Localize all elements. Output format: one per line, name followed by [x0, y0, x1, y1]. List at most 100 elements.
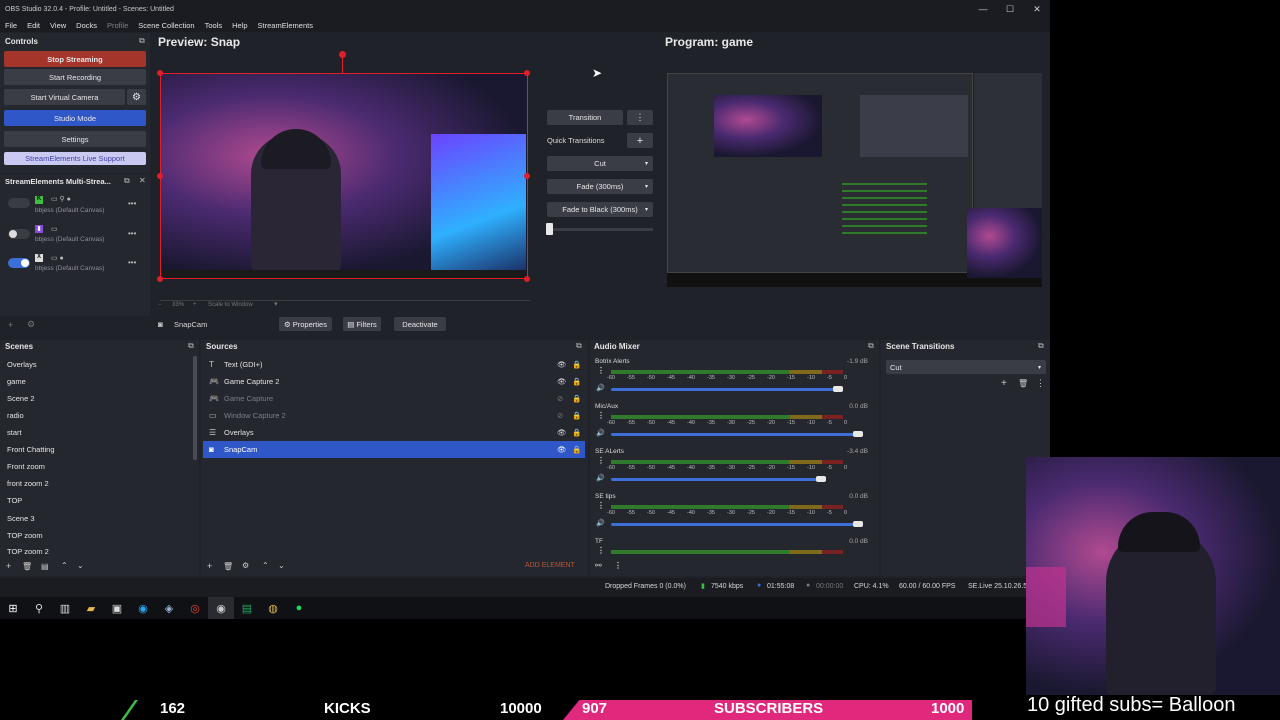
add-icon[interactable]: + — [627, 133, 653, 148]
eye-icon[interactable]: 👁 — [557, 360, 567, 369]
terminal-icon[interactable]: ▤ — [234, 597, 260, 619]
resize-handle[interactable] — [157, 276, 163, 282]
scene-item[interactable]: TOP — [0, 492, 196, 509]
add-icon[interactable]: + — [8, 320, 13, 330]
eye-icon[interactable]: 👁 — [557, 428, 567, 437]
scene-item[interactable]: radio — [0, 407, 196, 424]
undock-icon[interactable]: ⧉ — [139, 36, 145, 46]
start-virtual-camera-button[interactable]: Start Virtual Camera — [4, 89, 125, 105]
source-item[interactable]: ▭ Window Capture 2 ⊘ 🔒 — [203, 407, 585, 424]
kebab-menu-icon[interactable]: ⋮ — [597, 367, 605, 375]
scene-item[interactable]: Front zoom — [0, 458, 196, 475]
trash-icon[interactable]: 🗑 — [22, 562, 32, 571]
obs-icon[interactable]: ◉ — [208, 597, 234, 619]
filters-button[interactable]: ▤ Filters — [343, 317, 381, 331]
more-icon[interactable]: ••• — [128, 258, 136, 267]
toggle-switch[interactable] — [8, 229, 30, 239]
studio-mode-button[interactable]: Studio Mode — [4, 110, 146, 126]
add-icon[interactable]: + — [6, 561, 11, 571]
chevron-down-icon[interactable]: ⌄ — [278, 561, 285, 570]
windows-start-icon[interactable]: ⊞ — [0, 597, 26, 619]
lock-icon[interactable]: 🔒 — [572, 411, 581, 420]
source-item[interactable]: 🎮 Game Capture ⊘ 🔒 — [203, 390, 585, 407]
source-item[interactable]: ☰ Overlays 👁 🔒 — [203, 424, 585, 441]
menu-edit[interactable]: Edit — [27, 21, 40, 30]
t-bar-track[interactable] — [547, 228, 653, 231]
scene-item[interactable]: start — [0, 424, 196, 441]
preview-scrollbar[interactable] — [160, 300, 530, 301]
folder-icon[interactable]: ▰ — [78, 597, 104, 619]
chevron-down-icon[interactable]: ⌄ — [77, 561, 84, 570]
toggle-switch[interactable] — [8, 258, 30, 268]
volume-slider-handle[interactable] — [853, 431, 863, 437]
eye-icon[interactable]: 👁 — [557, 445, 567, 454]
scene-item[interactable]: Overlays — [0, 356, 196, 373]
menu-file[interactable]: File — [5, 21, 17, 30]
gear-icon[interactable]: ⚙ — [242, 561, 249, 570]
eye-off-icon[interactable]: ⊘ — [557, 394, 563, 403]
source-item[interactable]: 🎮 Game Capture 2 👁 🔒 — [203, 373, 585, 390]
scenes-scrollbar[interactable] — [193, 356, 197, 460]
add-icon[interactable]: + — [1001, 378, 1007, 389]
volume-slider-handle[interactable] — [853, 521, 863, 527]
resize-handle[interactable] — [157, 70, 163, 76]
scene-item[interactable]: game — [0, 373, 196, 390]
kebab-menu-icon[interactable]: ⋮ — [614, 561, 622, 570]
menu-tools[interactable]: Tools — [205, 21, 223, 30]
chrome-icon[interactable]: ◎ — [182, 597, 208, 619]
lock-icon[interactable]: 🔒 — [572, 445, 581, 454]
undock-icon[interactable]: ⧉ — [1038, 341, 1044, 351]
kebab-menu-icon[interactable]: ⋮ — [597, 502, 605, 510]
chevron-down-icon[interactable]: ▾ — [274, 300, 278, 308]
scene-item[interactable]: front zoom 2 — [0, 475, 196, 492]
speaker-icon[interactable]: 🔊 — [596, 474, 605, 482]
menu-scene-collection[interactable]: Scene Collection — [138, 21, 194, 30]
rotate-handle[interactable] — [339, 51, 346, 58]
volume-slider[interactable] — [611, 388, 841, 391]
chevron-up-icon[interactable]: ⌃ — [262, 561, 269, 570]
scene-item[interactable]: Scene 3 — [0, 510, 196, 527]
deactivate-button[interactable]: Deactivate — [394, 317, 446, 331]
resize-handle[interactable] — [157, 173, 163, 179]
steam-icon[interactable]: ◈ — [156, 597, 182, 619]
properties-button[interactable]: ⚙ Properties — [279, 317, 332, 331]
lock-icon[interactable]: 🔒 — [572, 377, 581, 386]
kebab-menu-icon[interactable]: ⋮ — [597, 412, 605, 420]
transition-button[interactable]: Transition — [547, 110, 623, 125]
plus-icon[interactable]: + — [193, 302, 197, 308]
spotify-icon[interactable]: ● — [286, 597, 312, 619]
scale-mode[interactable]: Scale to Window — [208, 302, 253, 308]
store-icon[interactable]: ▣ — [104, 597, 130, 619]
source-item[interactable]: T Text (GDI+) 👁 🔒 — [203, 356, 585, 373]
scene-item[interactable]: Scene 2 — [0, 390, 196, 407]
more-icon[interactable]: ••• — [128, 229, 136, 238]
chevron-up-icon[interactable]: ⌃ — [61, 561, 68, 570]
resize-handle[interactable] — [524, 173, 530, 179]
fade-button[interactable]: Fade (300ms) ▾ — [547, 179, 653, 194]
source-item[interactable]: ◙ SnapCam 👁 🔒 — [203, 441, 585, 458]
menu-profile[interactable]: Profile — [107, 21, 128, 30]
menu-help[interactable]: Help — [232, 21, 247, 30]
link-icon[interactable]: ⚯ — [595, 561, 602, 570]
undock-icon[interactable]: ⧉ — [868, 341, 874, 351]
add-icon[interactable]: + — [207, 561, 212, 571]
scene-item[interactable]: TOP zoom — [0, 527, 196, 544]
kebab-menu-icon[interactable]: ⋮ — [1036, 378, 1045, 389]
start-recording-button[interactable]: Start Recording — [4, 69, 146, 85]
speaker-icon[interactable]: 🔊 — [596, 384, 605, 392]
volume-slider[interactable] — [611, 433, 861, 436]
lock-icon[interactable]: 🔒 — [572, 428, 581, 437]
t-bar-handle[interactable] — [546, 223, 553, 235]
resize-handle[interactable] — [524, 276, 530, 282]
kebab-menu-icon[interactable]: ⋮ — [597, 547, 605, 555]
kebab-menu-icon[interactable]: ⋮ — [597, 457, 605, 465]
undock-icon[interactable]: ⧉ — [576, 341, 582, 351]
menu-streamelements[interactable]: StreamElements — [258, 21, 313, 30]
eye-icon[interactable]: 👁 — [557, 377, 567, 386]
minus-icon[interactable]: − — [158, 302, 162, 308]
transition-select[interactable]: Cut ▾ — [886, 360, 1046, 374]
minimize-button[interactable]: — — [970, 0, 996, 18]
live-support-button[interactable]: StreamElements Live Support — [4, 152, 146, 165]
maximize-button[interactable]: ☐ — [997, 0, 1023, 18]
eye-off-icon[interactable]: ⊘ — [557, 411, 563, 420]
